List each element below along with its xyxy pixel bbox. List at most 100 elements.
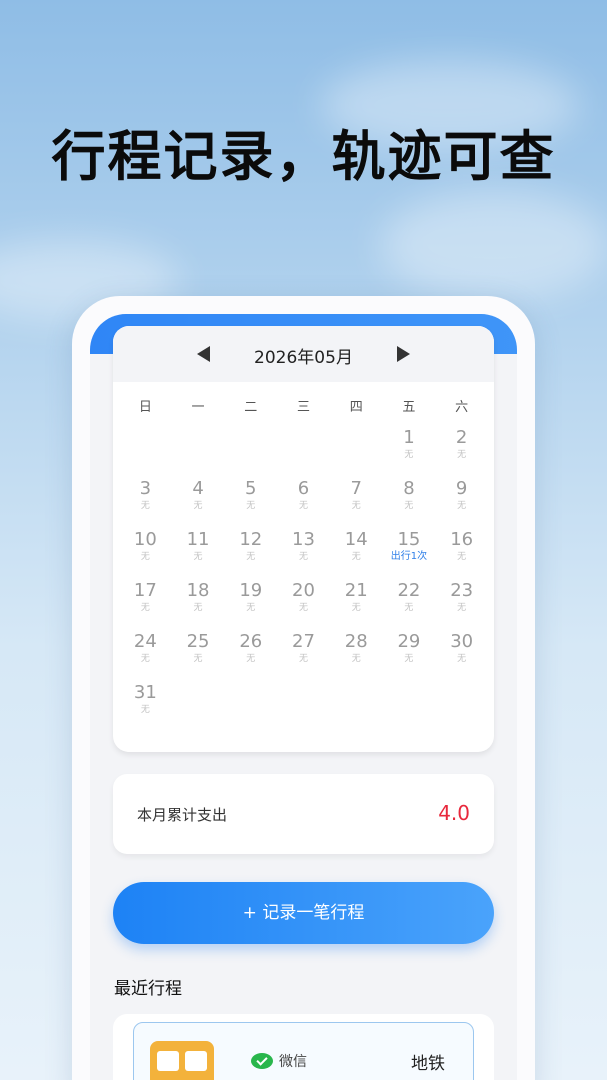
day-trip-status: 无 [404,501,414,511]
day-number: 17 [133,580,157,601]
day-number: 30 [450,631,474,652]
calendar-day[interactable]: 20 无 [277,580,330,624]
day-number: 22 [397,580,421,601]
day-trip-status: 无 [457,501,467,511]
calendar-day[interactable]: 13 无 [277,529,330,573]
calendar-day[interactable]: 27 无 [277,631,330,675]
day-number: 27 [292,631,315,652]
day-number: 1 [403,427,415,448]
chevron-right-icon[interactable] [397,346,410,362]
calendar-day[interactable]: 31 无 [119,682,172,726]
wechat-icon [251,1053,273,1069]
weekday-label: 三 [296,400,310,415]
calendar-day[interactable]: 29 无 [383,631,436,675]
calendar-day[interactable]: 23 无 [435,580,488,624]
calendar-day[interactable]: 28 无 [330,631,383,675]
calendar-day[interactable]: 15 出行1次 [383,529,436,573]
recent-trips-title: 最近行程 [114,979,182,999]
calendar-day[interactable]: 3无 [119,478,172,522]
day-number: 9 [455,478,468,499]
calendar-day[interactable]: 6无 [277,478,330,522]
day-number: 5 [245,478,257,499]
calendar-day[interactable]: 24 无 [119,631,172,675]
calendar-day[interactable]: 25 无 [172,631,225,675]
day-number: 20 [292,580,315,601]
day-trip-status: 无 [193,501,203,511]
calendar-day[interactable]: 1无 [383,427,436,471]
day-number: 4 [192,478,204,499]
day-number: 2 [455,427,468,448]
weekday-label: 二 [244,400,258,415]
day-number: 3 [139,478,152,499]
calendar-day[interactable]: 16 无 [435,529,488,573]
calendar-day[interactable]: 4无 [172,478,225,522]
calendar-day[interactable]: 17 无 [119,580,172,624]
day-number: 25 [186,631,210,652]
day-trip-status: 无 [140,501,150,511]
calendar-day[interactable]: 9无 [435,478,488,522]
day-trip-status: 无 [140,603,150,613]
day-trip-status: 无 [457,603,467,613]
day-number: 14 [344,529,368,550]
calendar-day[interactable]: 21 无 [330,580,383,624]
monthly-expense-label: 本月累计支出 [137,806,228,824]
calendar-day[interactable]: 2无 [435,427,488,471]
calendar-day[interactable]: 22 无 [383,580,436,624]
day-number: 8 [403,478,415,499]
subway-icon [150,1041,214,1080]
day-trip-status: 无 [140,705,150,715]
day-number: 23 [450,580,474,601]
day-number: 26 [239,631,263,652]
calendar-day[interactable]: 19 无 [224,580,277,624]
day-trip-status: 无 [298,603,308,613]
calendar-day[interactable]: 10 无 [119,529,172,573]
day-trip-status: 出行1次 [390,551,428,562]
weekday-label: 六 [455,400,469,415]
day-trip-status: 无 [404,450,414,460]
calendar-day[interactable]: 11 无 [172,529,225,573]
calendar-header: 2026年05月 [113,326,494,382]
day-trip-status: 无 [246,552,256,562]
headline: 行程记录，轨迹可查 [51,125,556,188]
calendar-empty-cell [277,427,330,471]
add-trip-button[interactable]: + 记录一笔行程 [113,882,494,944]
calendar-day[interactable]: 30 无 [435,631,488,675]
calendar-day[interactable]: 14 无 [330,529,383,573]
day-trip-status: 无 [246,501,256,511]
phone-frame: 2026年05月 日一二三四五六 1 无 2 无 3 无 4 无 5 无 6 无 7 无 8 无 9 无 10 无 11… [72,296,535,1080]
calendar-day[interactable]: 5无 [224,478,277,522]
calendar-month-title: 2026年05月 [254,348,353,368]
day-number: 11 [186,529,210,550]
app-screen: 2026年05月 日一二三四五六 1 无 2 无 3 无 4 无 5 无 6 无 7 无 8 无 9 无 10 无 11… [90,314,517,1080]
day-trip-status: 无 [351,654,361,664]
day-trip-status: 无 [140,654,150,664]
trip-item[interactable]: 微信 地铁 [133,1022,474,1080]
calendar-day[interactable]: 8无 [383,478,436,522]
day-trip-status: 无 [298,501,308,511]
day-number: 15 [397,529,421,550]
calendar-empty-cell [224,427,277,471]
day-number: 10 [133,529,157,550]
weekday-row: 日一二三四五六 [113,382,494,415]
calendar-day[interactable]: 12 无 [224,529,277,573]
day-trip-status: 无 [457,552,467,562]
day-number: 7 [350,478,362,499]
day-trip-status: 无 [457,654,467,664]
day-number: 24 [133,631,157,652]
day-trip-status: 无 [351,552,361,562]
day-trip-status: 无 [140,552,150,562]
monthly-expense-card: 本月累计支出 4.0 [113,774,494,854]
calendar-day[interactable]: 26 无 [224,631,277,675]
calendar-empty-cell [330,427,383,471]
day-number: 13 [292,529,315,550]
calendar-empty-cell [119,427,172,471]
day-trip-status: 无 [193,654,203,664]
weekday-label: 四 [349,400,363,415]
trip-payment-label: 微信 [279,1054,307,1070]
day-trip-status: 无 [246,654,256,664]
calendar-day[interactable]: 7无 [330,478,383,522]
calendar-day[interactable]: 18 无 [172,580,225,624]
day-trip-status: 无 [457,450,467,460]
day-number: 29 [397,631,421,652]
day-trip-status: 无 [404,603,414,613]
